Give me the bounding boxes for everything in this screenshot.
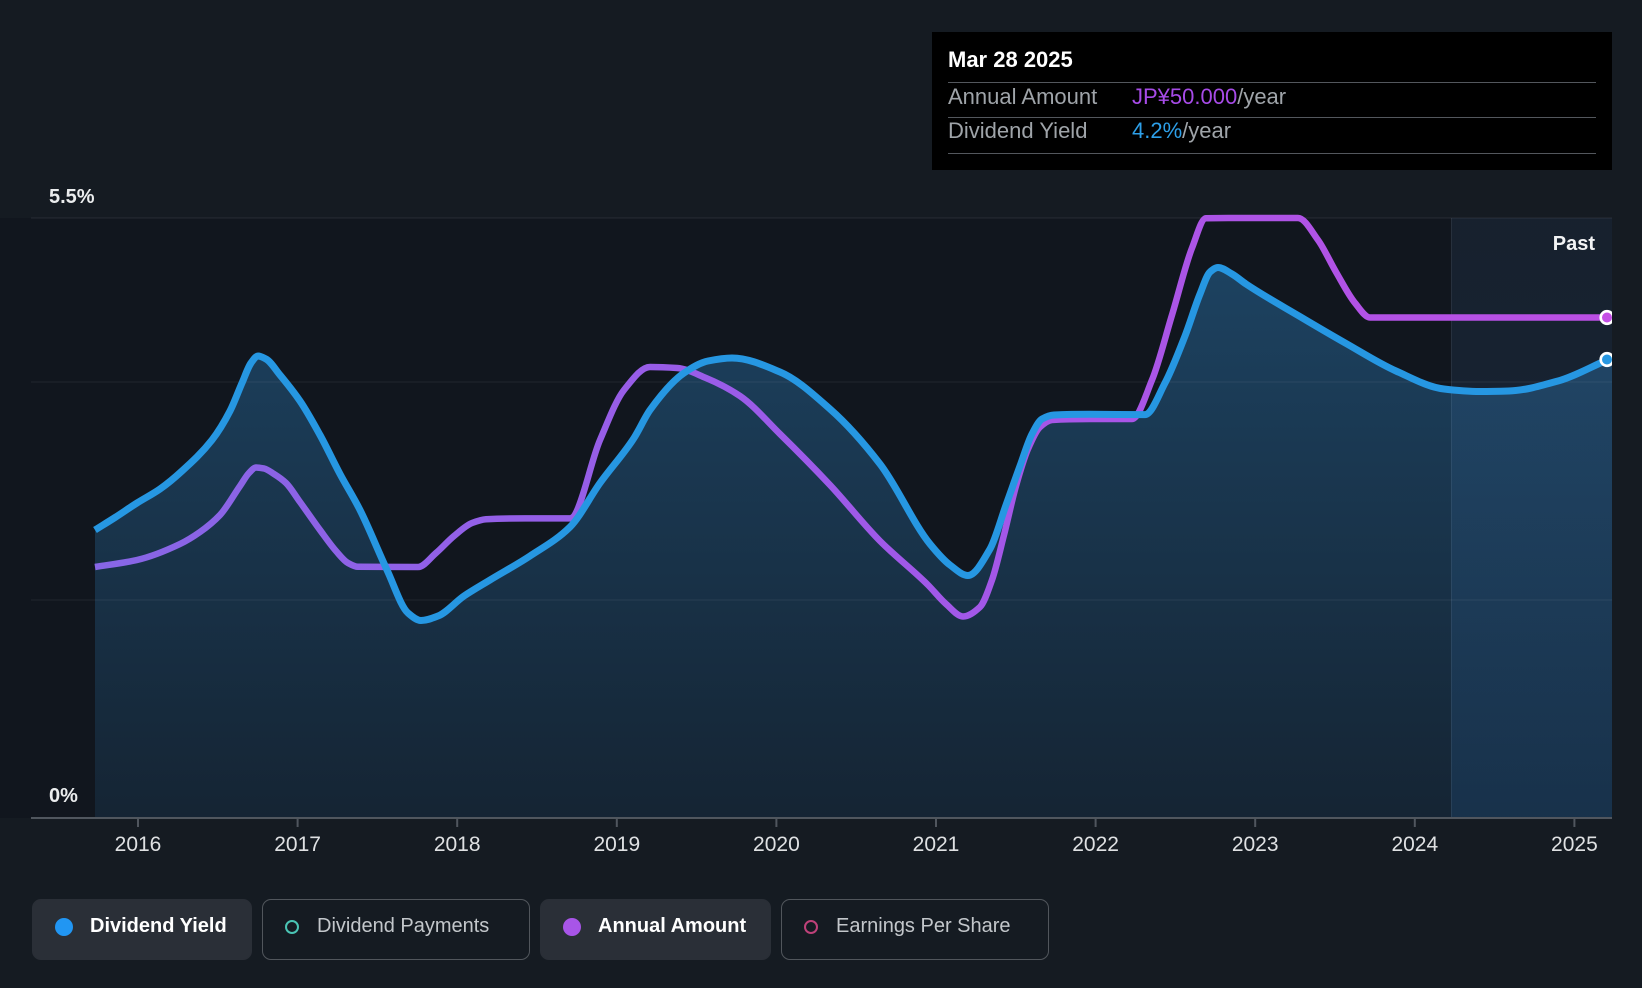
svg-text:2017: 2017 [274, 833, 321, 856]
svg-text:2018: 2018 [434, 833, 481, 856]
svg-text:2021: 2021 [913, 833, 960, 856]
svg-text:5.5%: 5.5% [49, 186, 95, 208]
svg-text:2019: 2019 [593, 833, 640, 856]
svg-text:2022: 2022 [1072, 833, 1119, 856]
svg-text:2024: 2024 [1391, 833, 1438, 856]
svg-text:Past: Past [1553, 233, 1596, 255]
svg-text:2020: 2020 [753, 833, 800, 856]
svg-text:0%: 0% [49, 785, 78, 807]
svg-text:2023: 2023 [1232, 833, 1279, 856]
svg-text:2016: 2016 [115, 833, 162, 856]
svg-text:2025: 2025 [1551, 833, 1598, 856]
